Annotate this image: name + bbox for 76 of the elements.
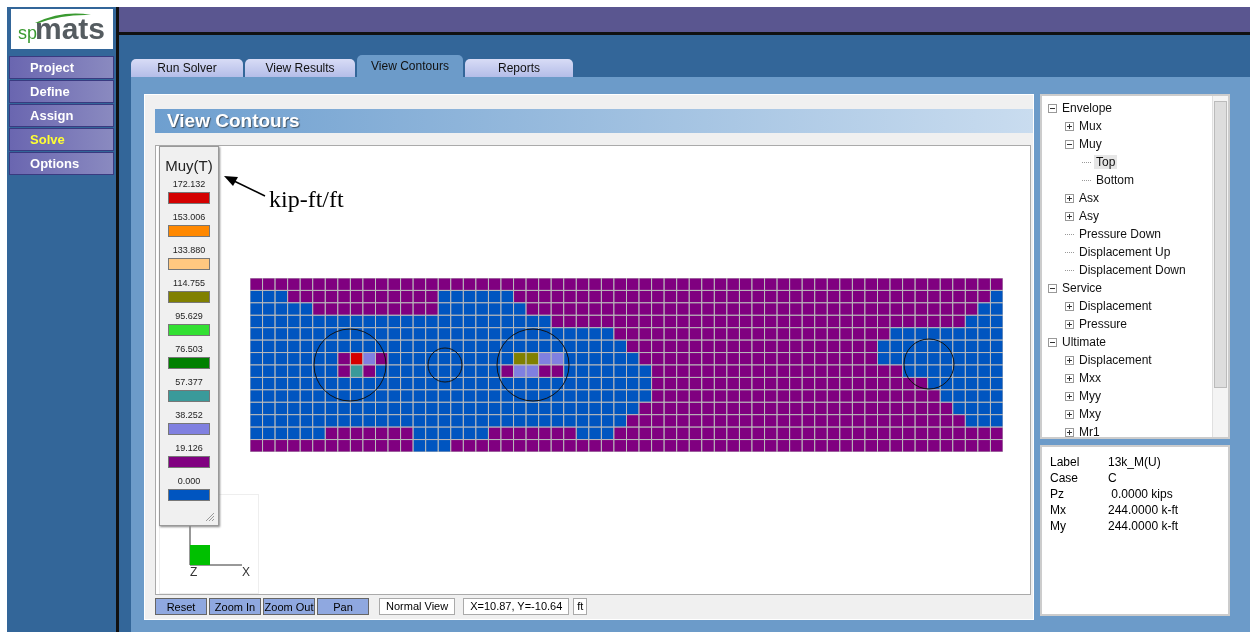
expand-icon[interactable] [1065, 211, 1074, 221]
tab[interactable]: Run Solver [131, 59, 243, 77]
expand-icon[interactable] [1065, 427, 1074, 437]
expand-icon[interactable] [1065, 409, 1074, 419]
expand-icon[interactable] [1065, 319, 1074, 329]
arrow-icon [224, 176, 266, 198]
expand-icon[interactable] [1065, 355, 1074, 365]
unit-annotation: kip-ft/ft [269, 186, 344, 213]
info-value: 244.0000 k-ft [1108, 503, 1180, 517]
tree-item[interactable]: Displacement [1077, 299, 1154, 313]
legend-value: 38.252 [175, 410, 203, 420]
tree-item[interactable]: Pressure [1077, 317, 1130, 331]
info-value: 244.0000 k-ft [1108, 519, 1180, 533]
tree-item[interactable]: Top [1094, 155, 1118, 169]
tree-item[interactable]: Mux [1077, 119, 1104, 133]
tree-item[interactable]: Muy [1077, 137, 1104, 151]
legend-value: 114.755 [173, 278, 205, 288]
tree-item[interactable]: Myy [1077, 389, 1103, 403]
info-label: Mx [1050, 503, 1067, 517]
tree-item[interactable]: Mxx [1077, 371, 1103, 385]
expand-icon[interactable] [1065, 301, 1074, 311]
legend-value: 57.377 [175, 377, 203, 387]
tree-item[interactable]: Pressure Down [1077, 227, 1164, 241]
tree-item[interactable]: Mr1 [1077, 425, 1102, 437]
legend-value: 133.880 [172, 245, 206, 255]
info-label: Pz [1050, 487, 1065, 501]
tree-item[interactable]: Envelope [1060, 101, 1115, 115]
toolbar-button[interactable]: Zoom Out [263, 598, 315, 615]
legend-value: 0.000 [177, 476, 201, 486]
menu-item[interactable]: Assign [9, 104, 114, 127]
scrollbar[interactable] [1212, 96, 1228, 437]
info-value: 0.0000 kips [1110, 487, 1174, 501]
tree-item[interactable]: Bottom [1094, 173, 1136, 187]
legend-value: 172.132 [172, 179, 206, 189]
menu-item[interactable]: Options [9, 152, 114, 175]
expand-icon[interactable] [1065, 121, 1074, 131]
unit-field: ft [573, 598, 588, 615]
info-label: Case [1050, 471, 1079, 485]
expand-icon[interactable] [1065, 373, 1074, 383]
tree-item[interactable]: Displacement Down [1077, 263, 1188, 277]
coordinates-field: X=10.87, Y=-10.64 [463, 598, 570, 615]
menu-item[interactable]: Solve [9, 128, 114, 151]
legend-value: 153.006 [172, 212, 206, 222]
collapse-icon[interactable] [1048, 103, 1057, 113]
legend-value: 76.503 [175, 344, 203, 354]
tree-item[interactable]: Ultimate [1060, 335, 1108, 349]
tree-item[interactable]: Asx [1077, 191, 1101, 205]
tree-item[interactable]: Displacement [1077, 353, 1154, 367]
tab[interactable]: View Results [245, 59, 355, 77]
legend-value: 95.629 [175, 311, 203, 321]
expand-icon[interactable] [1065, 193, 1074, 203]
info-value: 13k_M(U) [1108, 455, 1162, 469]
legend-title: Muy(T) [165, 157, 213, 174]
view-mode-field: Normal View [379, 598, 456, 615]
toolbar-button[interactable]: Zoom In [209, 598, 261, 615]
info-label: Label [1050, 455, 1081, 469]
collapse-icon[interactable] [1065, 139, 1074, 149]
legend-value: 19.126 [175, 443, 203, 453]
tree-item[interactable]: Service [1060, 281, 1104, 295]
tree-item[interactable]: Mxy [1077, 407, 1103, 421]
logo: spmats [10, 9, 113, 49]
tab[interactable]: View Contours [357, 55, 463, 77]
menu-item[interactable]: Define [9, 80, 114, 103]
tree-item[interactable]: Asy [1077, 209, 1101, 223]
panel-title: View Contours [155, 109, 1033, 133]
tab[interactable]: Reports [465, 59, 573, 77]
info-value: C [1108, 471, 1118, 485]
toolbar-button[interactable]: Pan [317, 598, 369, 615]
info-label: My [1050, 519, 1067, 533]
expand-icon[interactable] [1065, 391, 1074, 401]
toolbar-button[interactable]: Reset [155, 598, 207, 615]
resize-grip-icon[interactable] [205, 512, 215, 522]
tree-item[interactable]: Displacement Up [1077, 245, 1173, 259]
collapse-icon[interactable] [1048, 337, 1057, 347]
menu-item[interactable]: Project [9, 56, 114, 79]
collapse-icon[interactable] [1048, 283, 1057, 293]
